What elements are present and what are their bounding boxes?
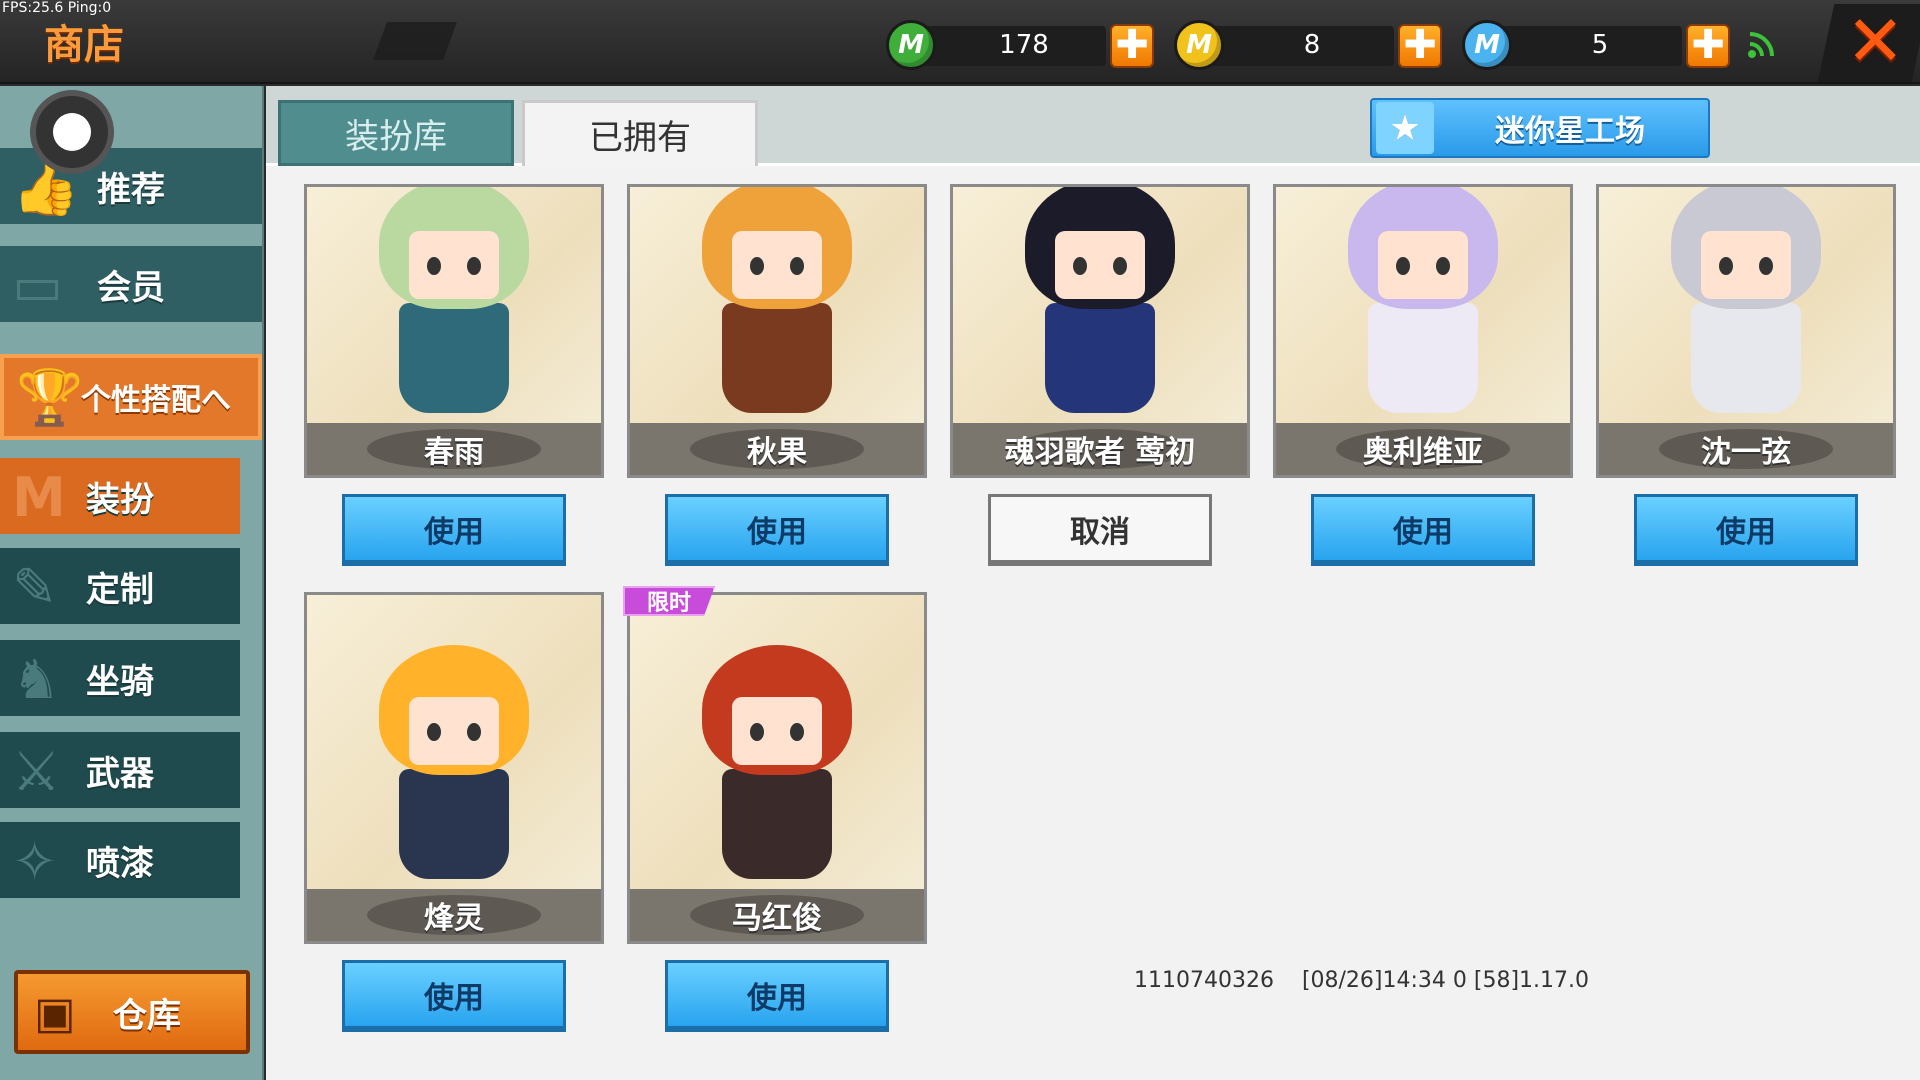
skin-name: 沈一弦 — [1701, 435, 1791, 470]
skin-card[interactable]: 沈一弦 — [1596, 184, 1896, 478]
add-stars-button[interactable]: ✚ — [1686, 24, 1730, 68]
character-figure — [1671, 187, 1821, 413]
sidebar-item-custom[interactable]: ✎ 定制 — [0, 548, 240, 624]
currency-value-stars: 5 — [1591, 30, 1609, 60]
top-bar: FPS:25.6 Ping:0 商店 M 178 ✚ M 8 ✚ M 5 ✚ ✕ — [0, 0, 1920, 84]
character-figure — [379, 187, 529, 413]
warehouse-button[interactable]: ▣ 仓库 — [14, 970, 250, 1054]
page-title: 商店 — [44, 22, 124, 68]
skin-name-bar: 春雨 — [307, 423, 601, 475]
use-button[interactable]: 使用 — [665, 960, 889, 1032]
skin-preview — [630, 595, 924, 889]
vip-icon: ▭ — [12, 254, 64, 317]
character-figure — [702, 645, 852, 879]
skin-card[interactable]: 马红俊 — [627, 592, 927, 944]
character-figure — [379, 645, 529, 879]
sidebar-item-personal-style[interactable]: 🏆 个性搭配へ — [0, 354, 262, 440]
skin-preview — [1599, 187, 1893, 423]
skin-name: 魂羽歌者 莺初 — [1004, 435, 1196, 470]
limited-badge: 限时 — [623, 586, 715, 616]
chest-icon: ▣ — [34, 988, 76, 1039]
tab-outfit-library[interactable]: 装扮库 — [278, 100, 514, 166]
sidebar: 👍 推荐 ▭ 会员 🏆 个性搭配へ M 装扮 ✎ 定制 ♞ 坐骑 ⚔ 武器 ✧ … — [0, 86, 264, 1080]
currency-value-beans: 178 — [999, 30, 1049, 60]
character-figure — [702, 187, 852, 413]
skin-name: 秋果 — [747, 435, 807, 470]
skin-name-bar: 沈一弦 — [1599, 423, 1893, 475]
mount-icon: ♞ — [12, 648, 61, 711]
skin-preview — [630, 187, 924, 423]
sidebar-item-vip[interactable]: ▭ 会员 — [0, 246, 262, 322]
sidebar-item-outfit[interactable]: M 装扮 — [0, 458, 240, 534]
skin-card[interactable]: 春雨 — [304, 184, 604, 478]
signal-icon — [1748, 32, 1774, 58]
skin-preview — [953, 187, 1247, 423]
tab-owned[interactable]: 已拥有 — [522, 100, 758, 166]
mini-star-icon: M — [1462, 20, 1512, 70]
use-button[interactable]: 使用 — [665, 494, 889, 566]
skin-name: 烽灵 — [424, 901, 484, 936]
skin-name-bar: 秋果 — [630, 423, 924, 475]
toggle-button[interactable] — [30, 90, 114, 174]
use-button[interactable]: 使用 — [342, 494, 566, 566]
cancel-button[interactable]: 取消 — [988, 494, 1212, 566]
skin-card[interactable]: 魂羽歌者 莺初 — [950, 184, 1250, 478]
mini-workshop-button[interactable]: ★ 迷你星工场 — [1370, 98, 1710, 158]
skin-name-bar: 马红俊 — [630, 889, 924, 941]
pencil-icon: ✎ — [12, 556, 58, 619]
character-figure — [1348, 187, 1498, 413]
use-button[interactable]: 使用 — [1634, 494, 1858, 566]
tab-bar: 装扮库 已拥有 ★ 迷你星工场 — [266, 86, 1920, 166]
skin-card[interactable]: 奥利维亚 — [1273, 184, 1573, 478]
skin-name-bar: 烽灵 — [307, 889, 601, 941]
skin-name-bar: 奥利维亚 — [1276, 423, 1570, 475]
use-button[interactable]: 使用 — [342, 960, 566, 1032]
spray-icon: ✧ — [12, 830, 58, 893]
character-figure — [1025, 187, 1175, 413]
sidebar-item-mount[interactable]: ♞ 坐骑 — [0, 640, 240, 716]
skin-preview — [307, 187, 601, 423]
close-icon[interactable]: ✕ — [1846, 6, 1905, 76]
trophy-icon: 🏆 — [16, 366, 84, 429]
build-info: 1110740326 [08/26]14:34 0 [58]1.17.0 — [1134, 968, 1590, 993]
mini-coin-icon: M — [1174, 20, 1224, 70]
skin-name: 春雨 — [424, 435, 484, 470]
mini-bean-icon: M — [886, 20, 936, 70]
star-icon: ★ — [1376, 102, 1434, 154]
skin-preview — [307, 595, 601, 889]
skin-card[interactable]: 烽灵 — [304, 592, 604, 944]
use-button[interactable]: 使用 — [1311, 494, 1535, 566]
skin-card[interactable]: 秋果 — [627, 184, 927, 478]
skin-preview — [1276, 187, 1570, 423]
skin-name: 奥利维亚 — [1363, 435, 1483, 470]
sidebar-item-weapon[interactable]: ⚔ 武器 — [0, 732, 240, 808]
skin-name: 马红俊 — [732, 901, 822, 936]
shirt-icon: M — [12, 466, 66, 529]
sidebar-item-spray[interactable]: ✧ 喷漆 — [0, 822, 240, 898]
currency-value-coins: 8 — [1303, 30, 1321, 60]
add-beans-button[interactable]: ✚ — [1110, 24, 1154, 68]
gun-icon: ⚔ — [12, 740, 61, 803]
decoration — [373, 22, 457, 60]
add-coins-button[interactable]: ✚ — [1398, 24, 1442, 68]
skin-name-bar: 魂羽歌者 莺初 — [953, 423, 1247, 475]
